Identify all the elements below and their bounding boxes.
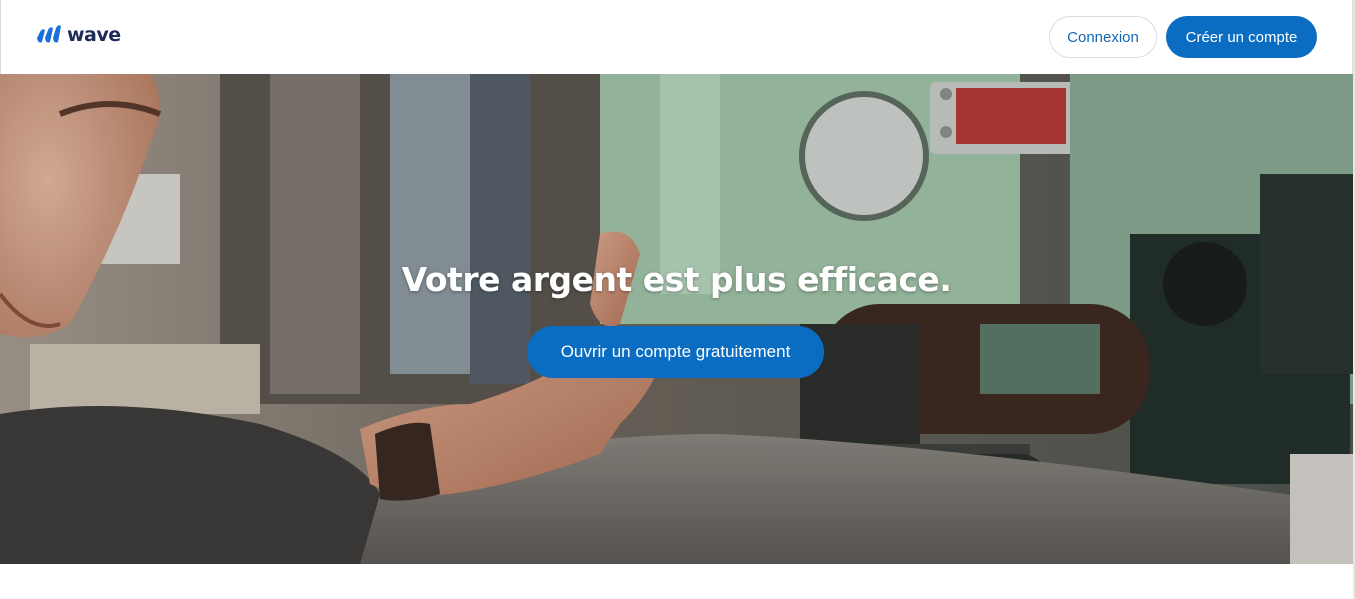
logo-text: wave (67, 24, 121, 46)
hero-section: Votre argent est plus efficace. Ouvrir u… (0, 74, 1353, 564)
open-free-account-button[interactable]: Ouvrir un compte gratuitement (527, 326, 824, 378)
wave-logo[interactable]: wave (35, 24, 121, 46)
wave-logo-icon (37, 25, 61, 43)
create-account-button[interactable]: Créer un compte (1166, 16, 1317, 58)
hero-background-image (0, 74, 1353, 564)
login-button[interactable]: Connexion (1049, 16, 1157, 58)
hero-title: Votre argent est plus efficace. (401, 260, 952, 299)
site-header: wave Connexion Créer un compte (0, 0, 1353, 74)
